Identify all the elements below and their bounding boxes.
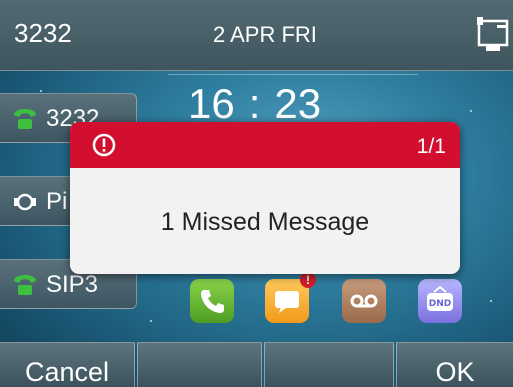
status-date: 2 APR FRI [213,22,317,47]
popup-header: 1/1 [70,122,460,168]
status-extension: 3232 [14,18,72,48]
voicemail-app[interactable] [342,279,386,323]
network-ethernet-icon [477,17,509,51]
line-key-label: SIP3 [46,271,99,298]
status-bar: 3232 2 APR FRI [0,0,513,71]
popup-counter: 1/1 [416,135,446,158]
soft-key-label: Cancel [24,357,110,387]
background-sparkle [470,110,472,112]
alert-icon [92,133,116,157]
dnd-icon: DND [427,285,453,311]
missed-message-popup[interactable]: 1/1 1 Missed Message [70,122,460,274]
background-sparkle [490,300,492,302]
phone-icon [14,109,36,129]
voicemail-icon [350,294,378,308]
message-badge: ! [300,272,316,288]
line-key-label: Pi [46,188,68,215]
phone-screen: 3232 2 APR FRI 16:23 3232 Pi SIP3 ! DND … [0,0,513,387]
background-sparkle [40,90,42,92]
clock: 16:23 [188,80,321,128]
ok-button[interactable]: OK [396,342,513,387]
cancel-button[interactable]: Cancel [0,342,135,387]
clock-minutes: 23 [274,80,322,127]
clock-separator: : [248,80,261,127]
clock-divider [168,74,418,75]
soft-key-label: OK [435,357,475,387]
dnd-label: DND [429,299,451,309]
phone-icon [201,290,224,313]
soft-key-2[interactable] [137,342,262,387]
background-sparkle [150,320,152,322]
soft-key-bar: Cancel OK [0,342,513,387]
pickup-icon [14,193,36,211]
popup-message: 1 Missed Message [160,208,370,236]
call-app[interactable] [190,279,234,323]
phone-icon [14,275,36,295]
dnd-app[interactable]: DND [418,279,462,323]
soft-key-3[interactable] [264,342,394,387]
clock-hours: 16 [188,80,235,127]
